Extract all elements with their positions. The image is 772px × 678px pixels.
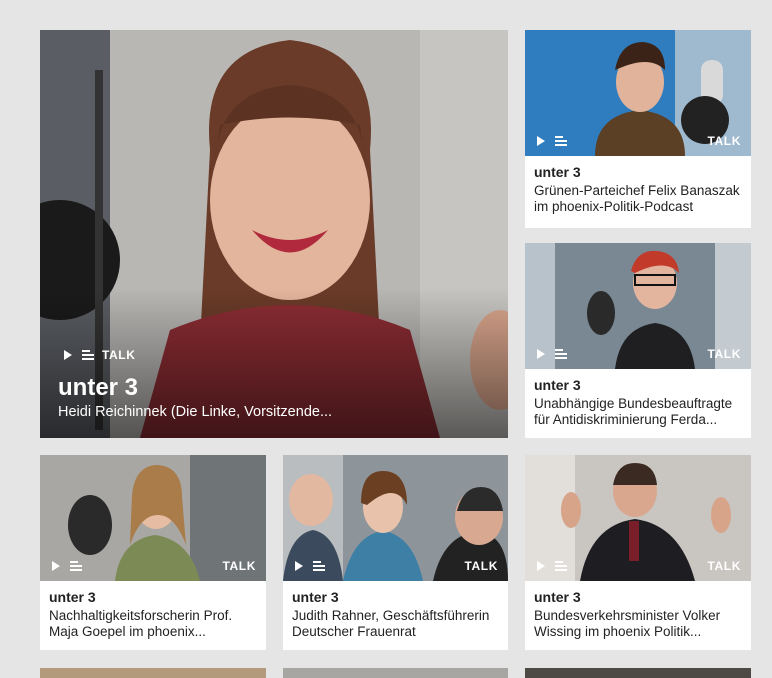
episode-desc: Nachhaltigkeitsforscherin Prof. Maja Goe… <box>49 608 233 639</box>
card-badge: TALK <box>40 551 266 581</box>
play-icon[interactable] <box>295 561 303 571</box>
play-icon[interactable] <box>537 349 545 359</box>
text-lines-icon[interactable] <box>555 561 567 571</box>
content-type-label: TALK <box>102 348 136 362</box>
text-lines-icon[interactable] <box>555 349 567 359</box>
episode-card-partial[interactable] <box>525 668 751 678</box>
episode-photo: TALK <box>283 455 508 581</box>
play-icon[interactable] <box>64 350 72 360</box>
episode-card[interactable]: TALK unter 3 Bundesverkehrsminister Volk… <box>525 455 751 650</box>
hero-episode-tile[interactable]: TALK unter 3 Heidi Reichinnek (Die Linke… <box>40 30 508 438</box>
show-title: unter 3 <box>534 164 581 180</box>
episode-desc: Judith Rahner, Geschäftsführerin Deutsch… <box>292 608 490 639</box>
episode-card-partial[interactable] <box>283 668 508 678</box>
content-type-label: TALK <box>222 559 256 573</box>
episode-desc: Unabhängige Bundesbeauftragte für Antidi… <box>534 396 733 427</box>
text-lines-icon[interactable] <box>70 561 82 571</box>
hero-show-title: unter 3 <box>58 374 139 401</box>
content-type-label: TALK <box>464 559 498 573</box>
hero-badge: TALK <box>64 348 136 362</box>
text-lines-icon[interactable] <box>82 350 94 360</box>
episode-card[interactable]: TALK unter 3 Grünen-Parteichef Felix Ban… <box>525 30 751 228</box>
show-title: unter 3 <box>49 589 96 605</box>
text-lines-icon[interactable] <box>313 561 325 571</box>
show-title: unter 3 <box>534 589 581 605</box>
show-title: unter 3 <box>292 589 339 605</box>
card-badge: TALK <box>525 126 751 156</box>
episode-photo: TALK <box>40 455 266 581</box>
episode-card-partial[interactable] <box>40 668 266 678</box>
episode-card[interactable]: TALK unter 3 Nachhaltigkeitsforscherin P… <box>40 455 266 650</box>
card-badge: TALK <box>525 339 751 369</box>
content-type-label: TALK <box>707 559 741 573</box>
hero-episode-desc: Heidi Reichinnek (Die Linke, Vorsitzende… <box>58 404 333 420</box>
episode-desc: Grünen-Parteichef Felix Banaszak im phoe… <box>534 183 740 214</box>
content-type-label: TALK <box>707 134 741 148</box>
episode-photo: TALK <box>525 455 751 581</box>
text-lines-icon[interactable] <box>555 136 567 146</box>
episode-photo: TALK <box>525 30 751 156</box>
play-icon[interactable] <box>52 561 60 571</box>
card-badge: TALK <box>283 551 508 581</box>
episode-photo: TALK <box>525 243 751 369</box>
show-title: unter 3 <box>534 377 581 393</box>
episode-card[interactable]: TALK unter 3 Unabhängige Bundesbeauftrag… <box>525 243 751 438</box>
play-icon[interactable] <box>537 136 545 146</box>
card-badge: TALK <box>525 551 751 581</box>
episode-desc: Bundesverkehrsminister Volker Wissing im… <box>534 608 721 639</box>
content-type-label: TALK <box>707 347 741 361</box>
episode-card[interactable]: TALK unter 3 Judith Rahner, Geschäftsfüh… <box>283 455 508 650</box>
play-icon[interactable] <box>537 561 545 571</box>
